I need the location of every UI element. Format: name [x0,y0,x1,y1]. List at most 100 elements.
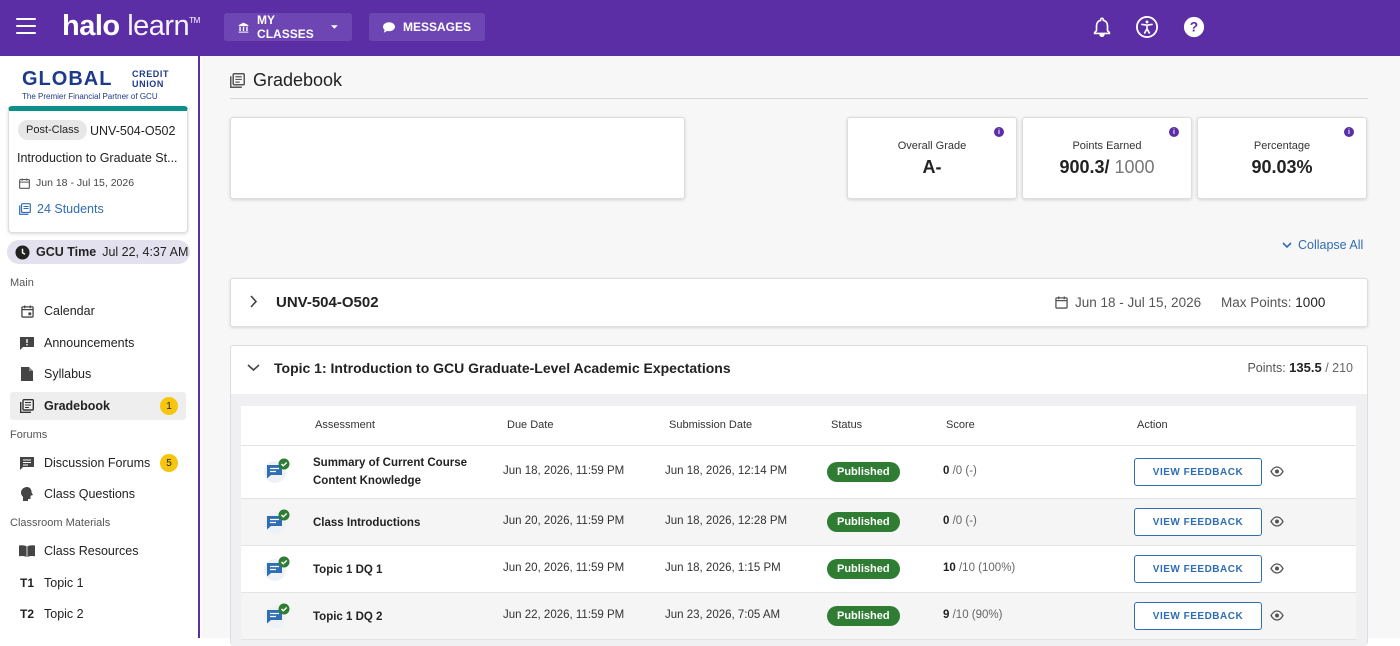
points-earned-card: i Points Earned 900.3/ 1000 [1022,117,1192,199]
students-link[interactable]: 24 Students [19,202,104,216]
course-accordion[interactable]: UNV-504-O502 Jun 18 - Jul 15, 2026 Max P… [230,278,1368,327]
assessment-name[interactable]: Topic 1 DQ 1 [313,561,382,579]
assessment-table-wrap: Assessment Due Date Submission Date Stat… [231,394,1367,646]
section-label-main: Main [10,277,34,289]
calendar-icon [20,304,34,318]
topic-1-tag: T1 [19,576,34,590]
gradebook-icon [230,73,245,88]
table-row: Topic 1 DQ 2 Jun 22, 2026, 11:59 PM Jun … [241,593,1356,640]
bell-icon[interactable] [1091,16,1113,38]
chevron-right-icon[interactable] [249,295,258,308]
hamburger-menu-icon[interactable] [16,18,36,34]
sidebar-item-class-resources[interactable]: Class Resources [10,537,186,565]
gradebook-icon [20,399,34,413]
discussion-published-icon [263,556,291,585]
assessment-name[interactable]: Summary of Current Course Content Knowled… [313,454,467,490]
preview-eye-icon[interactable] [1270,516,1284,530]
collapse-all-button[interactable]: Collapse All [1282,238,1363,252]
info-icon[interactable]: i [1169,127,1179,137]
table-row: Summary of Current Course Content Knowled… [241,446,1356,499]
section-label-materials: Classroom Materials [10,517,111,529]
assessment-name[interactable]: Class Introductions [313,514,420,532]
accessibility-icon[interactable] [1136,16,1158,38]
view-feedback-button[interactable]: VIEW FEEDBACK [1134,602,1262,630]
sidebar-item-topic-1[interactable]: T1 Topic 1 [10,569,186,597]
course-dates: Jun 18 - Jul 15, 2026 [19,177,134,189]
sidebar: GLOBAL CREDIT UNION The Premier Financial… [0,56,200,638]
discussion-published-icon [263,458,291,487]
divider [230,98,1368,99]
summary-blank-card [230,117,685,199]
gcu-time-pill: GCU Time Jul 22, 4:37 AM [7,240,190,264]
book-icon [19,545,35,557]
status-badge: Published [827,512,900,532]
chevron-down-icon [1282,241,1292,248]
course-code: UNV-504-O502 [90,124,176,138]
sidebar-item-topic-2[interactable]: T2 Topic 2 [10,600,186,628]
help-icon[interactable]: ? [1183,16,1205,38]
percentage-card: i Percentage 90.03% [1197,117,1367,199]
halo-learn-logo[interactable]: halo learnTM [62,10,200,43]
roster-icon [19,203,31,215]
assessment-table: Assessment Due Date Submission Date Stat… [241,406,1356,640]
caret-down-icon [331,25,338,29]
preview-eye-icon[interactable] [1270,610,1284,624]
status-badge: Published [827,559,900,579]
sidebar-item-calendar[interactable]: Calendar [10,297,186,325]
discussion-count-badge: 5 [160,454,178,472]
table-header: Assessment Due Date Submission Date Stat… [241,406,1356,446]
course-row-name: UNV-504-O502 [276,294,379,311]
clock-icon [15,244,30,260]
sidebar-item-announcements[interactable]: Announcements [10,329,186,357]
view-feedback-button[interactable]: VIEW FEEDBACK [1134,508,1262,536]
top-bar: halo learnTM MY CLASSES MESSAGES ? [0,0,1400,56]
svg-text:?: ? [1190,20,1198,35]
overall-grade-card: i Overall Grade A- [847,117,1017,199]
gradebook-count-badge: 1 [160,397,178,415]
document-icon [21,367,33,381]
preview-eye-icon[interactable] [1270,466,1284,480]
sidebar-item-class-questions[interactable]: Class Questions [10,480,186,508]
announcement-icon [20,336,34,350]
points-earned-value: 900.3/ 1000 [1059,157,1155,177]
view-feedback-button[interactable]: VIEW FEEDBACK [1134,458,1262,486]
view-feedback-button[interactable]: VIEW FEEDBACK [1134,555,1262,583]
table-row: Topic 1 DQ 1 Jun 20, 2026, 11:59 PM Jun … [241,546,1356,593]
chevron-down-icon[interactable] [247,363,260,372]
topic-points: Points: 135.5 / 210 [1247,360,1353,375]
discussion-published-icon [263,603,291,632]
score: 0 /0 (-) [943,465,977,477]
preview-eye-icon[interactable] [1270,563,1284,577]
sidebar-item-discussion-forums[interactable]: Discussion Forums 5 [10,449,186,477]
page-title: Gradebook [230,70,342,91]
section-label-forums: Forums [10,429,48,441]
institution-icon [238,22,249,33]
discussion-published-icon [263,509,291,538]
chat-bubble-icon [383,21,395,33]
assessment-name[interactable]: Topic 1 DQ 2 [313,608,382,626]
score: 0 /0 (-) [943,515,977,527]
course-max-points: Max Points: 1000 [1221,295,1326,310]
percentage-value: 90.03% [1251,157,1313,177]
course-card[interactable]: Post-Class UNV-504-O502 Introduction to … [8,106,188,233]
calendar-icon [1055,296,1068,309]
status-badge: Published [827,462,900,482]
question-head-icon [21,487,33,501]
course-name: Introduction to Graduate St... [17,151,178,165]
table-row: Class Introductions Jun 20, 2026, 11:59 … [241,499,1356,546]
my-classes-button[interactable]: MY CLASSES [224,13,352,41]
sidebar-item-syllabus[interactable]: Syllabus [10,360,186,388]
info-icon[interactable]: i [1344,127,1354,137]
score: 9 /10 (90%) [943,609,1003,621]
sidebar-item-gradebook[interactable]: Gradebook 1 [10,392,186,420]
overall-grade-value: A- [922,157,942,177]
topic-name: Topic 1: Introduction to GCU Graduate-Le… [274,360,731,376]
info-icon[interactable]: i [994,127,1004,137]
score: 10 /10 (100%) [943,562,1016,574]
post-class-badge: Post-Class [18,120,88,140]
topic-accordion: Topic 1: Introduction to GCU Graduate-Le… [230,345,1368,646]
topic-2-tag: T2 [19,607,34,621]
main-content: Gradebook i Overall Grade A- i Points Ea… [202,56,1400,646]
calendar-icon [19,177,30,189]
messages-button[interactable]: MESSAGES [369,13,485,41]
